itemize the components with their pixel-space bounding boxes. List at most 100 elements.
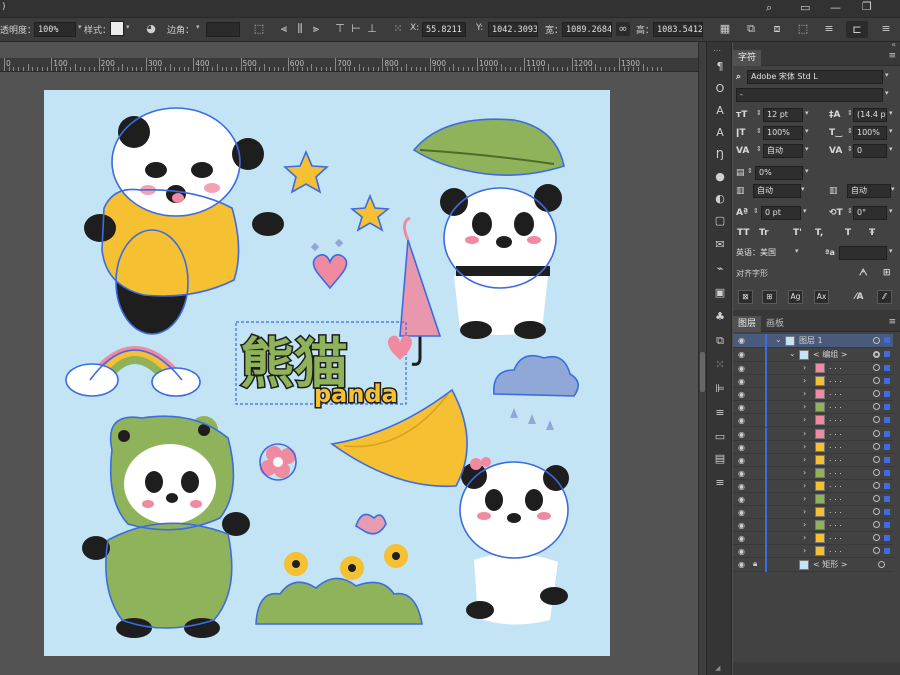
rotation-stepper-icon[interactable]: ⇕ xyxy=(847,207,853,215)
transparency-icon[interactable]: ⌁ xyxy=(713,262,727,276)
sublayer-name[interactable]: . . . xyxy=(829,519,842,528)
expand-chevron-icon[interactable]: › xyxy=(803,507,806,516)
align-bottom-icon[interactable]: ⊥ xyxy=(366,22,378,36)
expand-chevron-icon[interactable]: › xyxy=(803,546,806,555)
expand-chevron-icon[interactable]: › xyxy=(803,533,806,542)
align-left-icon[interactable]: ⫷ xyxy=(278,22,290,36)
layer-row-sublayer[interactable]: ◉ › . . . xyxy=(733,440,893,454)
visibility-eye-icon[interactable]: ◉ xyxy=(738,364,748,373)
target-circle-icon[interactable] xyxy=(873,455,880,463)
sublayer-name[interactable]: . . . xyxy=(829,493,842,502)
grass-sunflowers[interactable] xyxy=(255,544,423,625)
visibility-eye-icon[interactable]: ◉ xyxy=(738,547,748,556)
arrange-icon[interactable]: ⧈ xyxy=(770,22,784,36)
selection-square[interactable] xyxy=(884,535,890,542)
superscript-button[interactable]: T' xyxy=(793,226,802,240)
isolate-icon[interactable]: ⧉ xyxy=(744,22,758,36)
target-circle-icon[interactable] xyxy=(873,416,880,424)
small-caps-button[interactable]: Tr xyxy=(759,226,769,240)
selection-square[interactable] xyxy=(884,365,890,371)
layer-row-sublayer[interactable]: ◉ › . . . xyxy=(733,545,893,559)
scrollbar-thumb[interactable] xyxy=(700,352,705,392)
all-caps-button[interactable]: TT xyxy=(737,226,750,240)
sublayer-name[interactable]: . . . xyxy=(829,506,842,515)
selection-square[interactable] xyxy=(884,337,890,343)
opentype-icon[interactable]: O xyxy=(713,82,727,96)
layer-name[interactable]: 图层 1 xyxy=(799,335,823,346)
title-block[interactable]: 熊猫 panda xyxy=(235,321,412,410)
tracking-chevron-icon[interactable]: ▾ xyxy=(889,145,893,153)
sublayer-name[interactable]: . . . xyxy=(829,532,842,541)
kerning-field[interactable]: 自动 xyxy=(763,144,803,158)
expand-chevron-icon[interactable]: › xyxy=(803,455,806,464)
strip-resize-icon[interactable]: ◢ xyxy=(715,664,720,672)
star-top[interactable] xyxy=(283,149,329,194)
vertical-scale-stepper-icon[interactable]: ⇕ xyxy=(756,127,762,135)
selection-square[interactable] xyxy=(884,522,890,529)
gradient-icon[interactable]: ▭ xyxy=(713,430,727,444)
pink-flower[interactable] xyxy=(259,443,297,481)
pathfinder-icon[interactable]: ⧉ xyxy=(713,334,727,348)
target-circle-icon[interactable] xyxy=(873,534,880,542)
expand-chevron-icon[interactable]: › xyxy=(803,402,806,411)
visibility-eye-icon[interactable]: ◉ xyxy=(738,443,748,452)
visibility-eye-icon[interactable]: ◉ xyxy=(738,456,748,465)
align-vcenter-icon[interactable]: ⊢ xyxy=(350,22,362,36)
selection-square[interactable] xyxy=(884,509,890,516)
leading-chevron-icon[interactable]: ▾ xyxy=(889,109,893,117)
subscript-button[interactable]: T, xyxy=(815,226,823,240)
opacity-chevron-icon[interactable]: ▾ xyxy=(78,23,82,31)
artwork-svg[interactable]: .sel { fill: none; stroke: #3d6be0; stro… xyxy=(44,90,610,656)
tab-artboards[interactable]: 画板 xyxy=(761,316,789,332)
minimize-icon[interactable]: — xyxy=(830,1,841,14)
kerning-stepper-icon[interactable]: ⇕ xyxy=(756,145,762,153)
sublayer-name[interactable]: . . . xyxy=(829,545,842,554)
expand-chevron-icon[interactable]: › xyxy=(803,468,806,477)
selection-square[interactable] xyxy=(884,482,890,489)
workspace-icon[interactable]: ▭ xyxy=(800,1,810,14)
stroke-icon[interactable]: ≡ xyxy=(713,406,727,420)
appearance-icon[interactable]: ◐ xyxy=(713,192,727,206)
frog-hood-panda[interactable] xyxy=(82,415,250,638)
font-family-chevron-icon[interactable]: ▾ xyxy=(885,71,889,79)
target-circle-icon[interactable] xyxy=(873,337,880,344)
target-circle-icon[interactable] xyxy=(873,481,880,489)
font-family-field[interactable]: Adobe 宋体 Std L xyxy=(747,70,883,84)
comments-icon[interactable]: ✉ xyxy=(713,238,727,252)
kerning-chevron-icon[interactable]: ▾ xyxy=(805,145,809,153)
glyph-align-em-center-button[interactable]: ⊞ xyxy=(762,290,777,304)
font-size-stepper-icon[interactable]: ⇕ xyxy=(756,109,762,117)
antialias-field[interactable] xyxy=(839,246,887,260)
panel-menu-icon[interactable]: ≡ xyxy=(713,476,727,490)
horizontal-ruler[interactable]: 0 100 200 300 400 500 600 700 800 900 1000 1100 1200… xyxy=(0,58,698,72)
align-panel-icon[interactable]: ⊫ xyxy=(713,382,727,396)
aki-right-field[interactable]: 自动 xyxy=(847,184,891,198)
align-right-icon[interactable]: ⫸ xyxy=(310,22,322,36)
selection-square[interactable] xyxy=(884,456,890,463)
expand-chevron-icon[interactable]: › xyxy=(803,376,806,385)
paragraph-style-icon[interactable]: A xyxy=(713,126,727,140)
expand-chevron-icon[interactable]: › xyxy=(803,415,806,424)
visibility-eye-icon[interactable]: ◉ xyxy=(738,508,748,517)
font-size-chevron-icon[interactable]: ▾ xyxy=(805,109,809,117)
color-icon[interactable]: ● xyxy=(713,170,727,184)
style-swatch[interactable] xyxy=(110,21,124,36)
control-bar-menu-icon[interactable]: ≡ xyxy=(880,22,892,36)
corner-input[interactable] xyxy=(206,22,240,37)
target-circle-icon[interactable] xyxy=(873,429,880,437)
glyph-align-glyph-bounds-button[interactable]: Ag xyxy=(788,290,803,304)
tsume-chevron-icon[interactable]: ▾ xyxy=(805,167,809,175)
sublayer-name[interactable]: . . . xyxy=(829,454,842,463)
glyph-align-x-height-button[interactable]: Ax xyxy=(814,290,829,304)
language-select[interactable]: 英语：美国 xyxy=(736,246,796,260)
height-input[interactable]: 1083.5412 xyxy=(653,22,703,37)
align-hcenter-icon[interactable]: ⫼ xyxy=(294,22,306,36)
expand-chevron-icon[interactable]: ⌄ xyxy=(775,335,782,344)
selection-square[interactable] xyxy=(884,443,890,450)
constrain-link-icon[interactable]: ∞ xyxy=(616,22,630,36)
glyph-align-proximity-button[interactable]: ⁄⁄ xyxy=(877,290,892,304)
horizontal-scale-chevron-icon[interactable]: ▾ xyxy=(889,127,893,135)
expand-chevron-icon[interactable]: › xyxy=(803,481,806,490)
leading-field[interactable]: (14.4 pt xyxy=(853,108,887,122)
expand-chevron-icon[interactable]: › xyxy=(803,389,806,398)
